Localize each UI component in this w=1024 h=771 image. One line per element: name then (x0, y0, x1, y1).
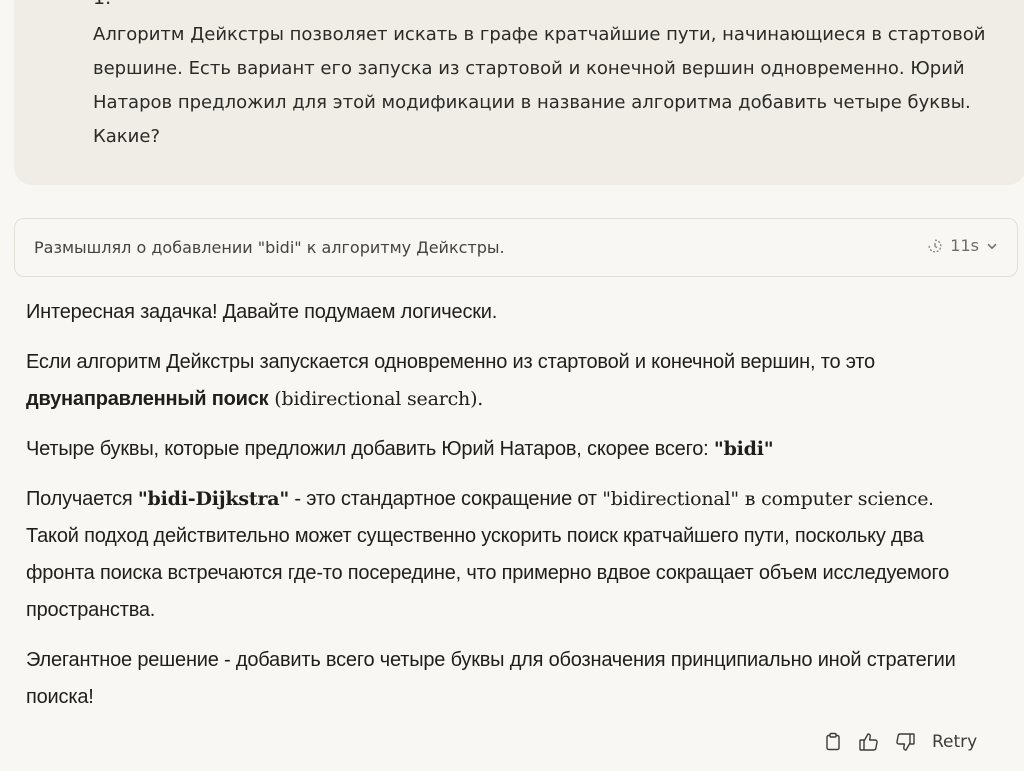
answer-paragraph-4: Получается "bidi-Dijkstra" - это стандар… (26, 481, 986, 629)
thinking-label: Размышлял о добавлении "bidi" к алгоритм… (34, 238, 505, 257)
copy-icon[interactable] (818, 728, 848, 756)
message-actions: Retry (818, 728, 977, 756)
answer-paragraph-5: Элегантное решение - добавить всего четы… (26, 649, 956, 708)
answer-text: - это стандартное сокращение от (289, 488, 603, 510)
retry-button[interactable]: Retry (932, 732, 977, 752)
chevron-down-icon (985, 239, 999, 253)
timer-icon (926, 237, 944, 255)
answer-paragraph-3: Четыре буквы, которые предложил добавить… (26, 431, 986, 468)
user-message-bubble: 1. Алгоритм Дейкстры позволяет искать в … (14, 0, 1024, 185)
bold-term-bidi: "bidi" (713, 438, 774, 460)
answer-text: Четыре буквы, которые предложил добавить… (26, 438, 714, 460)
answer-text: Если алгоритм Дейкстры запускается однов… (26, 351, 875, 373)
answer-text: Получается (26, 488, 138, 510)
answer-paragraph-1: Интересная задачка! Давайте подумаем лог… (26, 301, 498, 323)
bold-term-bidirectional: двунаправленный поиск (26, 388, 269, 410)
thumbs-up-icon[interactable] (854, 728, 884, 756)
bold-term-bidi-dijkstra: "bidi-Dijkstra" (137, 488, 290, 510)
user-message-number: 1. (93, 0, 111, 9)
thumbs-down-icon[interactable] (890, 728, 920, 756)
user-message-text: Алгоритм Дейкстры позволяет искать в гра… (93, 24, 986, 147)
assistant-answer: Интересная задачка! Давайте подумаем лог… (26, 294, 986, 729)
thinking-duration: 11s (950, 236, 979, 255)
thinking-summary[interactable]: Размышлял о добавлении "bidi" к алгоритм… (14, 218, 1018, 277)
serif-term: (bidirectional search). (268, 388, 484, 410)
answer-paragraph-2: Если алгоритм Дейкстры запускается однов… (26, 344, 986, 418)
serif-term: "bidirectional" в computer science (602, 488, 929, 510)
thinking-meta[interactable]: 11s (926, 236, 999, 255)
